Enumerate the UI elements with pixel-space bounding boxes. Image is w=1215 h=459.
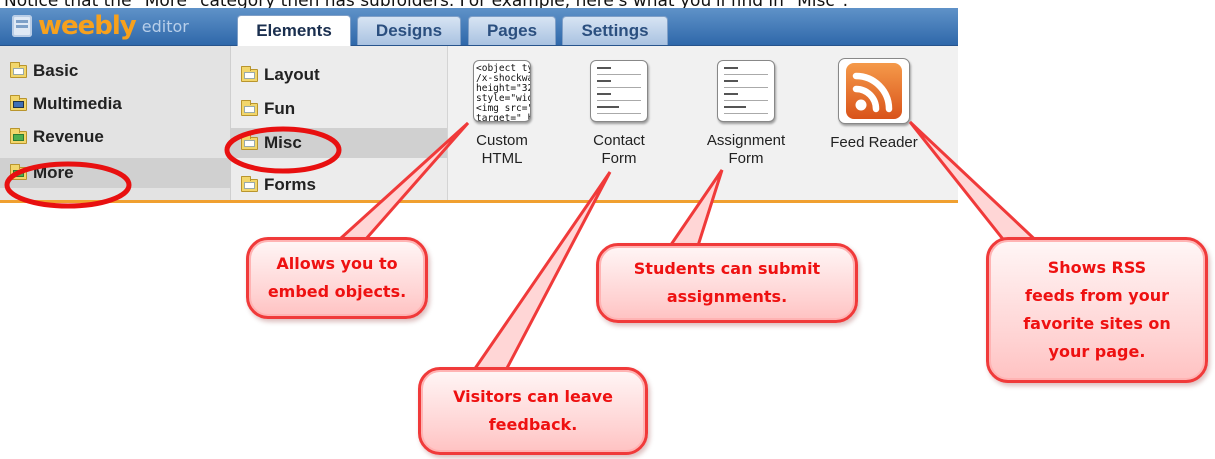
callout-text: Students can submit assignments.: [633, 259, 821, 306]
callout-custom-html: Allows you to embed objects.: [246, 237, 428, 319]
callout-contact-form: Visitors can leave feedback.: [418, 367, 648, 455]
callout-text: Visitors can leave feedback.: [453, 387, 613, 434]
feed-reader-callout-tail: [908, 120, 1048, 250]
contact-form-callout-tail: [471, 171, 612, 372]
more-highlight-ring: [4, 161, 132, 209]
assignment-form-callout-tail: [663, 169, 724, 254]
callout-feed-reader: Shows RSS feeds from your favorite sites…: [986, 237, 1208, 383]
misc-highlight-ring: [224, 126, 342, 174]
custom-html-callout-tail: [326, 121, 470, 250]
callout-text: Shows RSS feeds from your favorite sites…: [1023, 258, 1171, 361]
tab-elements[interactable]: Elements: [237, 15, 351, 46]
callout-assignment-form: Students can submit assignments.: [596, 243, 858, 323]
callout-text: Allows you to embed objects.: [267, 254, 407, 301]
